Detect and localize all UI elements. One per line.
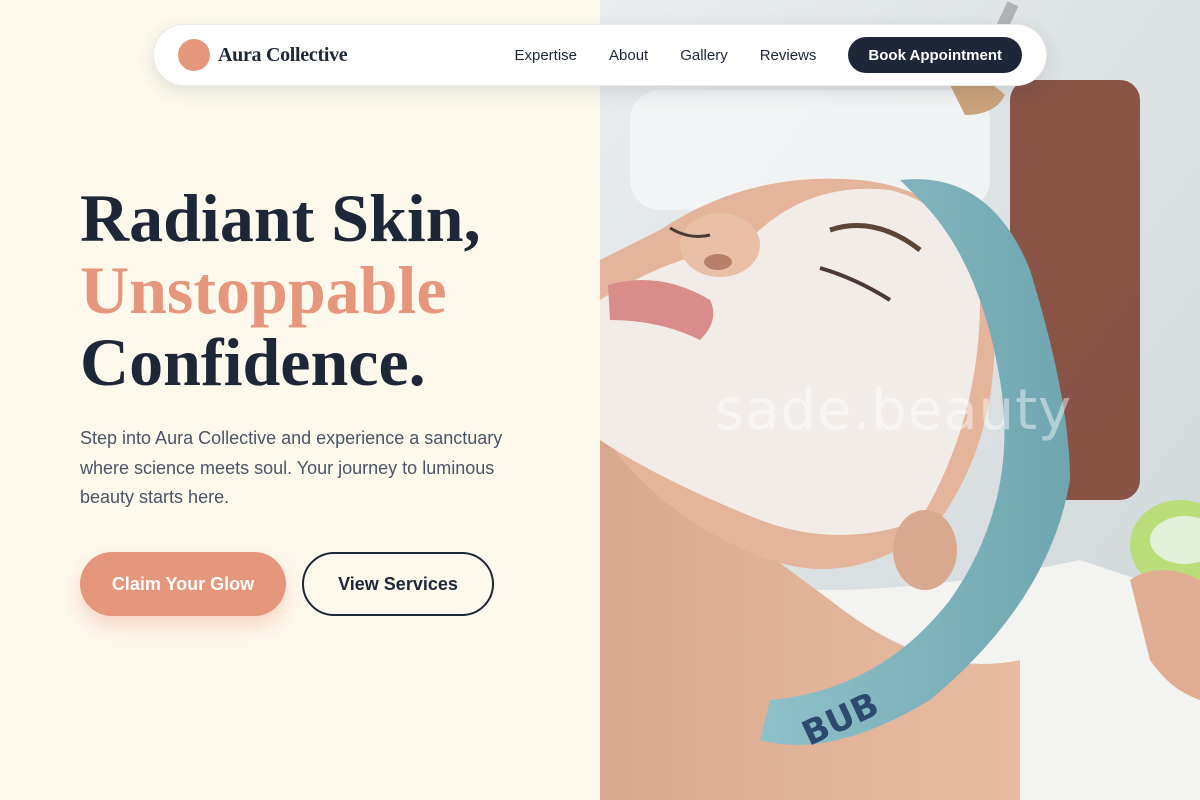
image-watermark: sade.beauty [715,378,1073,443]
logo-icon[interactable] [178,39,210,71]
nav-link-expertise[interactable]: Expertise [514,47,577,64]
claim-glow-button[interactable]: Claim Your Glow [80,552,286,616]
hero-description: Step into Aura Collective and experience… [80,428,503,507]
hero-image: BUB sade.beauty [600,0,1200,800]
nav-link-reviews[interactable]: Reviews [760,47,817,64]
headline-line-1: Radiant Skin, [80,180,481,256]
nav-links: Expertise About Gallery Reviews Book App… [514,37,1022,73]
brand-name[interactable]: Aura Collective [218,44,348,67]
nav-link-about[interactable]: About [609,47,648,64]
headline-line-3: Confidence. [80,324,426,400]
nav-link-gallery[interactable]: Gallery [680,47,728,64]
top-navbar: Aura Collective Expertise About Gallery … [153,24,1047,86]
view-services-button[interactable]: View Services [302,552,494,616]
hero-left-panel: Radiant Skin, Unstoppable Confidence. St… [0,0,600,800]
headline-line-2: Unstoppable [80,252,447,328]
hero-headline: Radiant Skin, Unstoppable Confidence. [80,182,481,398]
book-appointment-button[interactable]: Book Appointment [848,37,1022,73]
